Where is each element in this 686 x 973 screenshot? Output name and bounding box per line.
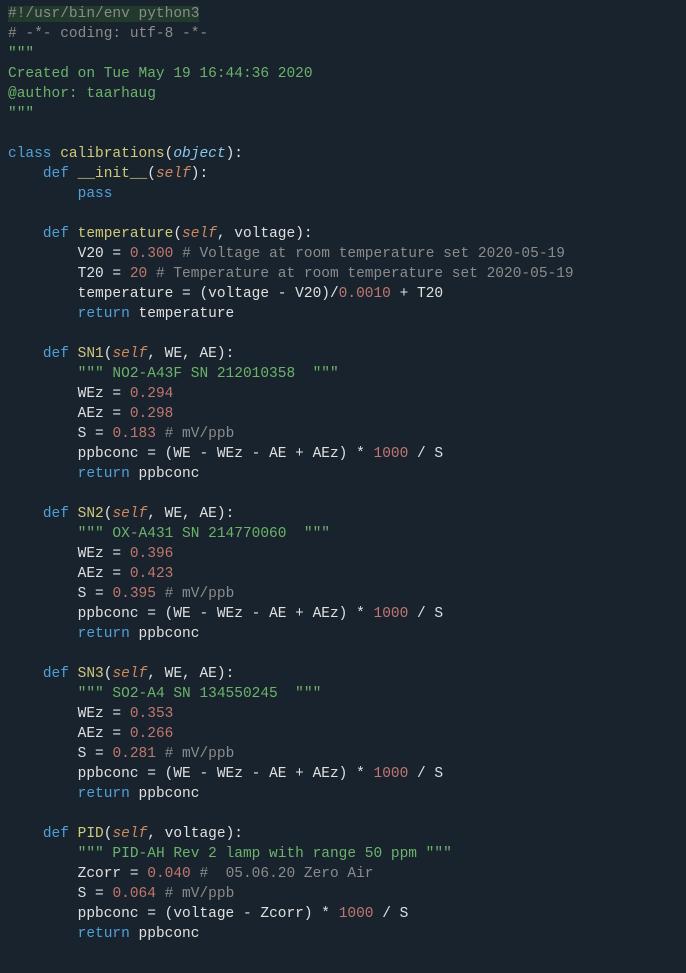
pid-docstring: """ PID-AH Rev 2 lamp with range 50 ppm … — [78, 846, 452, 862]
class-keyword: class — [8, 146, 52, 162]
class-def-line: class calibrations(object): — [0, 144, 686, 164]
docstring-close: """ — [8, 106, 34, 122]
sn3-def-line: def SN3(self, WE, AE): — [0, 664, 686, 684]
temperature-name: temperature — [78, 226, 174, 242]
sn2-def-line: def SN2(self, WE, AE): — [0, 504, 686, 524]
sn1-def-line: def SN1(self, WE, AE): — [0, 344, 686, 364]
sn1-name: SN1 — [78, 346, 104, 362]
pid-def-line: def PID(self, voltage): — [0, 824, 686, 844]
object-builtin: object — [173, 146, 225, 162]
sn3-docstring: """ SO2-A4 SN 134550245 """ — [78, 686, 322, 702]
docstring-open: """ — [8, 46, 34, 62]
init-def-line: def __init__(self): — [0, 164, 686, 184]
class-name: calibrations — [60, 146, 164, 162]
sn3-name: SN3 — [78, 666, 104, 682]
pid-name: PID — [78, 826, 104, 842]
init-name: __init__ — [78, 166, 148, 182]
pass-keyword: pass — [78, 186, 113, 202]
docstring-author: @author: taarhaug — [8, 86, 156, 102]
temperature-args: , voltage — [217, 226, 295, 242]
coding-line: # -*- coding: utf-8 -*- — [8, 26, 208, 42]
sn2-docstring: """ OX-A431 SN 214770060 """ — [78, 526, 330, 542]
code-editor[interactable]: #!/usr/bin/env python3 # -*- coding: utf-… — [0, 0, 686, 944]
temperature-def-line: def temperature(self, voltage): — [0, 224, 686, 244]
self-param: self — [156, 166, 191, 182]
t20-comment: # Temperature at room temperature set 20… — [156, 266, 574, 282]
shebang-line: #!/usr/bin/env python3 — [8, 6, 199, 22]
zcorr-comment: # 05.06.20 Zero Air — [199, 866, 373, 882]
sn1-docstring: """ NO2-A43F SN 212010358 """ — [78, 366, 339, 382]
sn2-name: SN2 — [78, 506, 104, 522]
v20-comment: # Voltage at room temperature set 2020-0… — [182, 246, 565, 262]
docstring-line: Created on Tue May 19 16:44:36 2020 — [8, 66, 313, 82]
